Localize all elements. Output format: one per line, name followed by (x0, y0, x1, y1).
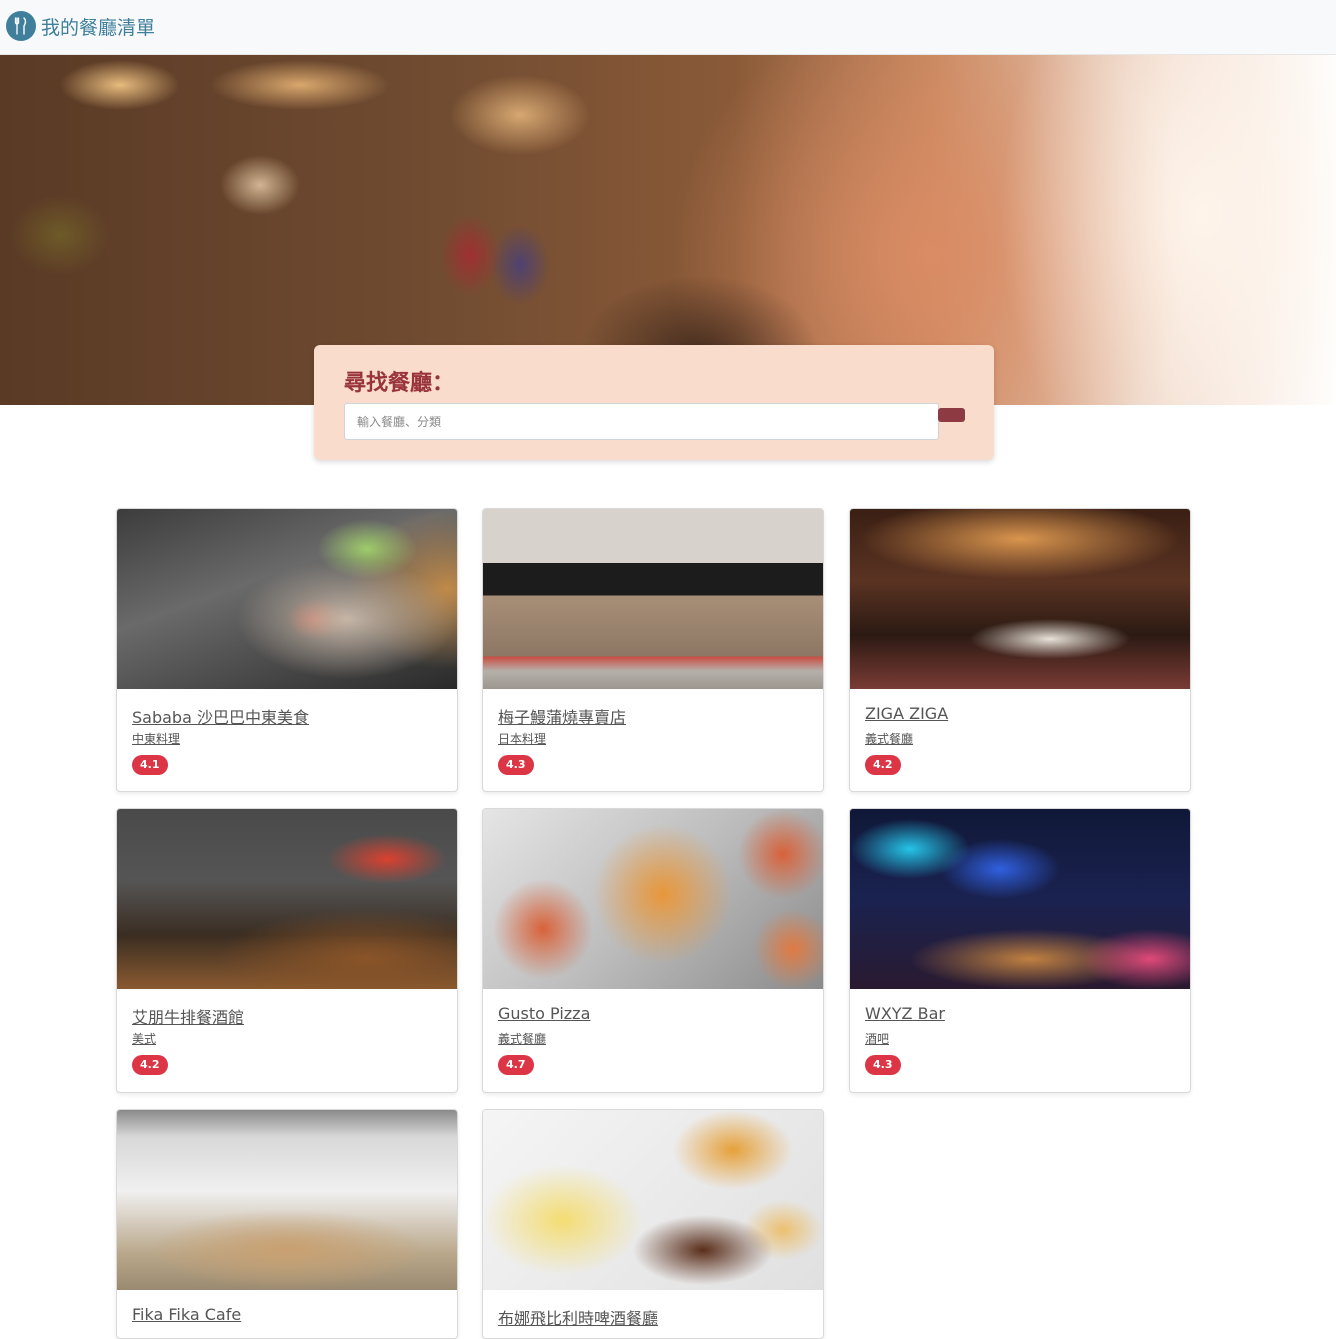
rating-badge: 4.1 (132, 755, 168, 775)
search-button[interactable] (938, 408, 965, 422)
brand-link[interactable]: 我的餐廳清單 (6, 11, 155, 41)
search-panel: 尋找餐廳： (314, 345, 994, 460)
restaurant-card[interactable]: 布娜飛比利時啤酒餐廳 (482, 1109, 824, 1339)
restaurant-photo[interactable] (117, 809, 457, 989)
restaurant-category[interactable]: 義式餐廳 (498, 1030, 546, 1047)
restaurant-name[interactable]: Fika Fika Cafe (132, 1305, 241, 1324)
rating-badge: 4.7 (498, 1055, 534, 1075)
restaurant-card[interactable]: WXYZ Bar 酒吧 4.3 (849, 808, 1191, 1093)
restaurant-card[interactable]: 艾朋牛排餐酒館 美式 4.2 (116, 808, 458, 1093)
navbar: 我的餐廳清單 (0, 0, 1336, 55)
restaurant-card[interactable]: Gusto Pizza 義式餐廳 4.7 (482, 808, 824, 1093)
restaurant-category[interactable]: 美式 (132, 1030, 156, 1047)
search-title: 尋找餐廳： (344, 371, 455, 396)
restaurant-name[interactable]: 梅子鰻蒲燒專賣店 (498, 704, 626, 728)
restaurant-category[interactable]: 日本料理 (498, 730, 546, 747)
rating-badge: 4.3 (498, 755, 534, 775)
restaurant-card[interactable]: Fika Fika Cafe (116, 1109, 458, 1339)
restaurant-photo[interactable] (483, 509, 823, 689)
utensils-icon (6, 11, 36, 41)
restaurant-photo[interactable] (483, 1110, 823, 1290)
rating-badge: 4.2 (132, 1055, 168, 1075)
restaurant-name[interactable]: Gusto Pizza (498, 1004, 590, 1023)
restaurant-photo[interactable] (850, 509, 1190, 689)
restaurant-photo[interactable] (483, 809, 823, 989)
restaurant-category[interactable]: 中東料理 (132, 730, 180, 747)
rating-badge: 4.2 (865, 755, 901, 775)
restaurant-name[interactable]: 布娜飛比利時啤酒餐廳 (498, 1305, 658, 1329)
restaurant-name[interactable]: 艾朋牛排餐酒館 (132, 1004, 244, 1028)
restaurant-photo[interactable] (117, 509, 457, 689)
restaurant-card[interactable]: ZIGA ZIGA 義式餐廳 4.2 (849, 508, 1191, 792)
rating-badge: 4.3 (865, 1055, 901, 1075)
search-input[interactable] (344, 403, 939, 440)
restaurant-name[interactable]: ZIGA ZIGA (865, 704, 948, 723)
restaurant-category[interactable]: 酒吧 (865, 1030, 889, 1047)
brand-title: 我的餐廳清單 (41, 16, 156, 39)
restaurant-name[interactable]: Sababa 沙巴巴中東美食 (132, 704, 309, 728)
restaurant-card[interactable]: Sababa 沙巴巴中東美食 中東料理 4.1 (116, 508, 458, 792)
restaurant-card[interactable]: 梅子鰻蒲燒專賣店 日本料理 4.3 (482, 508, 824, 792)
restaurant-category[interactable]: 義式餐廳 (865, 730, 913, 747)
restaurant-photo[interactable] (850, 809, 1190, 989)
restaurant-photo[interactable] (117, 1110, 457, 1290)
restaurant-name[interactable]: WXYZ Bar (865, 1004, 945, 1023)
